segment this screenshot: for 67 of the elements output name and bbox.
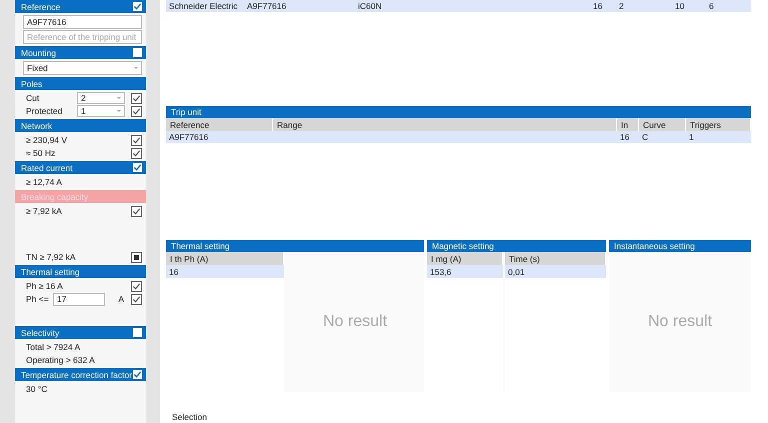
table-cell: 16 [166, 265, 284, 278]
table-cell-text: 10 [674, 1, 686, 11]
table-cell: 153,6 [427, 265, 503, 278]
table-cell-text: 6 [708, 1, 715, 11]
table-cell: 0,01 [505, 265, 606, 278]
section-header: Selectivity [15, 326, 146, 339]
table-cell-text: C [641, 132, 650, 142]
checkbox[interactable] [131, 92, 142, 104]
section-header: Reference [15, 0, 146, 13]
panel-title: Instantaneous setting [609, 240, 751, 252]
label: ≥ 7,92 kA [25, 206, 63, 216]
label: Ph <= [25, 294, 50, 304]
table-cell-text: 16 [592, 1, 604, 11]
label: Ph ≥ 16 A [25, 281, 64, 291]
checkbox[interactable] [131, 294, 142, 304]
table-cell-text: 16 [619, 132, 630, 142]
checkbox[interactable] [133, 328, 142, 337]
table-title: Trip unit [166, 106, 751, 118]
dropdown[interactable]: 2 [77, 92, 125, 104]
text-field[interactable]: A9F77616 [23, 15, 142, 29]
section-header: Network [15, 119, 146, 132]
column-header: I th Ph (A) [166, 252, 284, 265]
section-header: Breaking capacity [15, 190, 146, 203]
empty-message: No result [648, 313, 712, 331]
checkbox[interactable] [133, 2, 142, 11]
checkbox[interactable] [131, 252, 142, 262]
section-header: Mounting [15, 46, 146, 59]
checkbox[interactable] [131, 134, 142, 146]
checkbox[interactable] [131, 280, 142, 292]
panel-title: Magnetic setting [427, 240, 606, 252]
section-header: Thermal setting [15, 265, 146, 278]
unit-label: A [118, 294, 124, 304]
label: Operating > 632 A [25, 355, 95, 365]
checkbox[interactable] [133, 370, 142, 379]
column-header: I mg (A) [427, 252, 503, 265]
caret-icon [117, 110, 121, 112]
dropdown[interactable]: 1 [77, 105, 125, 117]
panel-title: Thermal setting [166, 240, 424, 252]
label: TN ≥ 7,92 kA [25, 252, 77, 262]
checkbox[interactable] [133, 48, 142, 57]
label: ≥ 230,94 V [25, 135, 68, 145]
table-cell-text: 2 [618, 1, 625, 11]
caret-icon [117, 97, 121, 99]
caret-icon [134, 67, 138, 69]
empty-message: No result [322, 313, 388, 331]
checkbox[interactable] [131, 206, 142, 216]
checkbox[interactable] [133, 163, 142, 172]
column-header: Time (s) [505, 252, 606, 265]
table-cell-text: iC60N [357, 1, 383, 11]
checkbox[interactable] [131, 148, 142, 158]
checkbox[interactable] [131, 106, 142, 116]
text-field[interactable]: 17 [53, 292, 105, 306]
group-label: Selection [172, 412, 207, 422]
label: Cut [25, 93, 40, 103]
dropdown[interactable]: Fixed [23, 61, 142, 75]
label: Protected [25, 106, 64, 116]
table-cell-text: A9F77616 [246, 1, 288, 11]
label: Total > 7924 A [25, 342, 80, 352]
table-cell-text: 1 [688, 132, 695, 142]
section-header: Rated current [15, 161, 146, 174]
section-header: Temperature correction factor [15, 368, 146, 381]
label: 30 °C [25, 384, 48, 394]
label: ≥ 12,74 A [25, 177, 62, 187]
table-cell-text: Schneider Electric [168, 1, 239, 11]
label: ≈ 50 Hz [25, 148, 56, 158]
table-cell-text: A9F77616 [168, 132, 210, 142]
section-header: Poles [15, 77, 146, 90]
